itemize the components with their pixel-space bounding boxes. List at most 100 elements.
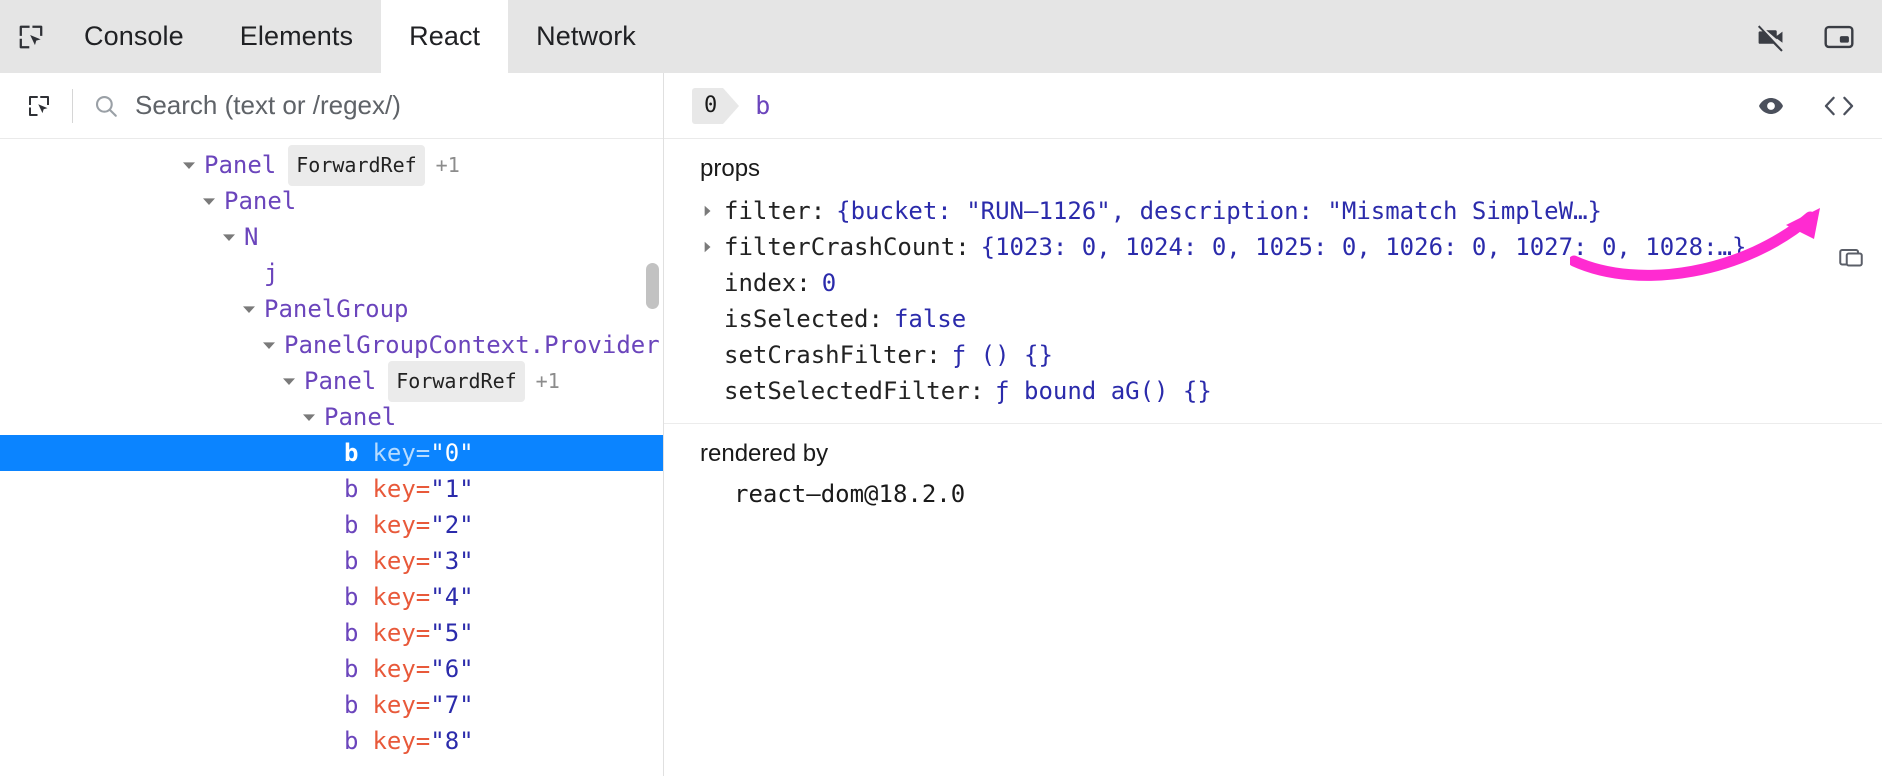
tree-attr-value: "4" xyxy=(430,583,474,611)
chevron-down-icon[interactable] xyxy=(238,301,260,317)
tree-row[interactable]: b key= "2" xyxy=(0,507,663,543)
hoc-extra-count: +1 xyxy=(535,369,560,393)
tree-component-name: Panel xyxy=(324,403,397,431)
chevron-down-icon[interactable] xyxy=(218,229,240,245)
tree-attr-key: key= xyxy=(372,547,431,575)
select-element-icon[interactable] xyxy=(14,84,64,128)
tree-row[interactable]: Panel ForwardRef +1 xyxy=(0,144,663,186)
tree-attr-key: key= xyxy=(372,583,431,611)
chevron-down-icon[interactable] xyxy=(178,157,200,173)
prop-row[interactable]: setSelectedFilter: ƒ bound aG() {} xyxy=(664,373,1882,409)
tree-component-name: Panel xyxy=(304,367,377,395)
tree-attr-value: "2" xyxy=(430,511,474,539)
chevron-down-icon[interactable] xyxy=(298,409,320,425)
tab-react[interactable]: React xyxy=(381,0,509,73)
tree-attr-value: "5" xyxy=(430,619,474,647)
tree-attr-key: key= xyxy=(372,655,431,683)
dock-window-icon[interactable] xyxy=(1834,241,1868,275)
tree-attr-value: "8" xyxy=(430,727,474,755)
prop-value: false xyxy=(893,305,967,333)
prop-name: setSelectedFilter xyxy=(724,377,970,405)
prop-name: filter xyxy=(724,197,811,225)
prop-colon: : xyxy=(926,341,941,369)
search-icon xyxy=(89,89,123,123)
tree-component-name: b xyxy=(344,475,359,503)
tab-label: Console xyxy=(84,21,184,51)
tree-row[interactable]: Panel ForwardRef +1 xyxy=(0,360,663,402)
prop-colon: : xyxy=(955,233,970,261)
tree-row[interactable]: b key= "3" xyxy=(0,543,663,579)
props-section-title: props xyxy=(700,155,761,182)
prop-row[interactable]: setCrashFilter: ƒ () {} xyxy=(664,337,1882,373)
tree-row[interactable]: j xyxy=(0,255,663,291)
selected-component-name: b xyxy=(755,91,771,120)
tree-component-name: Panel xyxy=(204,151,277,179)
tree-row[interactable]: N xyxy=(0,219,663,255)
hoc-extra-count: +1 xyxy=(435,153,460,177)
inspector-header-actions xyxy=(1754,89,1856,123)
search-input[interactable] xyxy=(135,90,663,121)
tree-component-name: j xyxy=(264,259,279,287)
tab-console[interactable]: Console xyxy=(56,0,212,73)
tree-component-name: PanelGroup xyxy=(264,295,409,323)
tree-attr-value: "3" xyxy=(430,547,474,575)
prop-row[interactable]: filter: {bucket: "RUN–1126", description:… xyxy=(664,193,1882,229)
prop-row[interactable]: index:0 xyxy=(664,265,1882,301)
tree-attr-value: "1" xyxy=(430,475,474,503)
chevron-down-icon[interactable] xyxy=(258,337,280,353)
tree-row[interactable]: PanelGroup xyxy=(0,291,663,327)
tree-row[interactable]: b key= "7" xyxy=(0,687,663,723)
tree-attr-key: key= xyxy=(372,439,431,467)
tree-row[interactable]: b key= "1" xyxy=(0,471,663,507)
video-camera-off-icon[interactable] xyxy=(1754,20,1788,54)
eye-icon[interactable] xyxy=(1754,89,1788,123)
chevron-right-icon[interactable] xyxy=(700,204,724,218)
tab-label: Elements xyxy=(239,21,354,51)
prop-row[interactable]: isSelected: false xyxy=(664,301,1882,337)
prop-row[interactable]: filterCrashCount: {1023: 0, 1024: 0, 1025… xyxy=(664,229,1882,265)
tree-attr-value: "6" xyxy=(430,655,474,683)
inspector-header: 0 b xyxy=(664,73,1882,139)
tree-component-name: b xyxy=(344,655,359,683)
tab-label: Network xyxy=(536,21,636,51)
tree-attr-key: key= xyxy=(372,511,431,539)
prop-colon: : xyxy=(868,305,883,333)
devtools-body: PanelForwardRef+1PanelNjPanelGroupPanelG… xyxy=(0,73,1882,776)
tab-elements[interactable]: Elements xyxy=(212,0,381,73)
tree-row[interactable]: b key= "0" xyxy=(0,435,663,471)
tree-row[interactable]: b key= "5" xyxy=(0,615,663,651)
tree-component-name: b xyxy=(344,439,359,467)
picture-in-picture-icon[interactable] xyxy=(1822,20,1856,54)
prop-value: 0 xyxy=(821,269,837,297)
rendered-by-item: react–dom@18.2.0 xyxy=(734,480,966,508)
tree-attr-key: key= xyxy=(372,619,431,647)
tree-row[interactable]: Panel xyxy=(0,399,663,435)
tree-row[interactable]: b key= "4" xyxy=(0,579,663,615)
code-brackets-icon[interactable] xyxy=(1822,89,1856,123)
prop-colon: : xyxy=(810,197,826,225)
tree-row[interactable]: PanelGroupContext.Provider xyxy=(0,327,663,363)
chevron-right-icon[interactable] xyxy=(700,240,724,254)
prop-name: filterCrashCount xyxy=(724,233,956,261)
chevron-down-icon[interactable] xyxy=(198,193,220,209)
tree-row[interactable]: b key= "6" xyxy=(0,651,663,687)
tab-network[interactable]: Network xyxy=(508,0,664,73)
tree-component-name: b xyxy=(344,583,359,611)
tree-row[interactable]: Panel xyxy=(0,183,663,219)
prop-value: {1023: 0, 1024: 0, 1025: 0, 1026: 0, 102… xyxy=(980,233,1747,261)
tree-attr-key: key= xyxy=(372,691,431,719)
tabbar-right-group xyxy=(1754,0,1882,73)
inspect-cursor-icon[interactable] xyxy=(0,0,56,73)
component-tree[interactable]: Panel ForwardRef +1 Panel Nj PanelGroup PanelG… xyxy=(0,139,663,776)
props-list: filter: {bucket: "RUN–1126", description:… xyxy=(664,193,1882,409)
tree-attr-value: "7" xyxy=(430,691,474,719)
tab-label: React xyxy=(409,21,481,51)
toolbar-divider xyxy=(72,88,73,123)
chevron-down-icon[interactable] xyxy=(278,373,300,389)
tree-scrollbar-thumb[interactable] xyxy=(646,263,659,309)
tree-row[interactable]: b key= "8" xyxy=(0,723,663,759)
tree-component-name: Panel xyxy=(224,187,297,215)
tabbar-left-group: Console Elements React Network xyxy=(0,0,664,73)
selected-element-label: 0 b xyxy=(692,87,771,124)
hoc-badge: ForwardRef xyxy=(388,360,525,402)
